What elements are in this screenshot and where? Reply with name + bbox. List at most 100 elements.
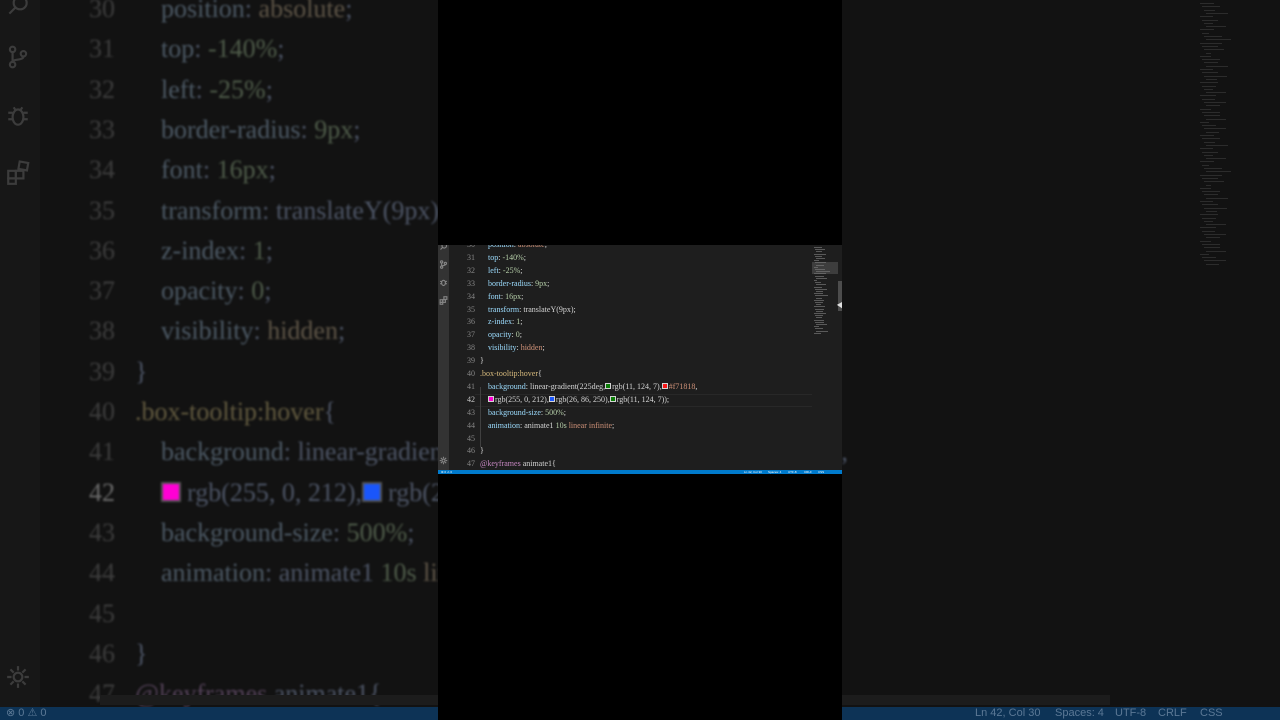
color-swatch-green[interactable]: [609, 395, 616, 402]
punctuation: ;: [407, 517, 415, 547]
css-property: transform: [161, 195, 263, 225]
debug-icon[interactable]: [439, 278, 448, 287]
minimap-line: [815, 295, 828, 297]
color-swatch-magenta[interactable]: [488, 395, 494, 402]
minimap-line: [816, 258, 825, 259]
brace: }: [135, 638, 148, 668]
search-icon: [8, 0, 28, 15]
punctuation: ;: [265, 74, 273, 104]
css-keyword: linear infinite: [568, 420, 613, 430]
color-swatch-green[interactable]: [605, 383, 612, 390]
bg-minimap-line: [1204, 168, 1222, 169]
source-control-icon[interactable]: [439, 260, 448, 269]
punctuation: ;: [337, 316, 346, 346]
at-rule: @keyframes: [480, 459, 521, 469]
code-line: }: [480, 355, 484, 368]
color-swatch-blue[interactable]: [548, 395, 555, 402]
status-spaces[interactable]: Spaces: 4: [768, 470, 781, 474]
css-value: 10s: [555, 420, 567, 430]
code-line: .box-tooltip:hover{: [135, 392, 336, 432]
color-swatch-magenta[interactable]: [161, 481, 181, 502]
minimap-line: [815, 275, 824, 277]
css-property: opacity: [488, 330, 512, 340]
minimap-line: [816, 324, 827, 325]
status-language[interactable]: CSS: [818, 470, 824, 474]
bg-minimap-line: [1204, 220, 1213, 222]
bg-minimap-line: [1202, 19, 1219, 21]
status-encoding[interactable]: UTF-8: [788, 470, 797, 474]
bg-status-problems: ⊗ 0 ⚠ 0: [6, 707, 47, 719]
minimap-slider[interactable]: [812, 262, 838, 274]
line-number: 46: [467, 446, 475, 456]
search-icon[interactable]: [439, 245, 448, 251]
bg-minimap-line: [1204, 49, 1224, 51]
code-line: z-index: 1;: [480, 316, 522, 329]
bg-status-spaces: Spaces: 4: [1055, 707, 1104, 719]
bg-minimap-line: [1200, 187, 1211, 189]
status-position[interactable]: Ln 42, Col 30: [744, 470, 762, 474]
line-number: 39: [89, 356, 115, 386]
minimap-line: [814, 299, 824, 301]
line-number: 34: [89, 155, 115, 185]
code-line: font: 16px;: [480, 291, 523, 304]
punctuation: ;: [521, 291, 524, 301]
css-property: visibility: [488, 343, 517, 353]
separator: :: [283, 437, 298, 467]
line-number: 38: [89, 316, 115, 346]
bg-minimap-line: [1206, 263, 1219, 265]
code-line: .box-tooltip:hover{: [480, 368, 542, 381]
bg-minimap-line: [1204, 22, 1213, 24]
css-property: position: [488, 245, 514, 249]
minimap-line: [816, 317, 822, 319]
bg-minimap-line: [1204, 260, 1226, 262]
bg-minimap-line: [1200, 148, 1213, 150]
bg-minimap-line: [1200, 69, 1213, 70]
css-value: 0: [251, 276, 265, 306]
bg-minimap-line: [1200, 135, 1215, 136]
bg-minimap-line: [1202, 217, 1217, 219]
separator: :: [300, 114, 315, 144]
punctuation: ;: [353, 114, 361, 144]
debug-icon: [8, 106, 28, 126]
punctuation: ;: [523, 252, 527, 262]
code-line: visibility: hidden;: [135, 311, 345, 351]
css-property: animation: [161, 558, 265, 588]
minimap-line: [816, 277, 827, 279]
code-line: top: -140%;: [135, 29, 285, 69]
punctuation: ;: [573, 304, 576, 314]
punctuation: ,: [841, 437, 848, 467]
punctuation: ;: [265, 235, 273, 265]
bg-minimap-line: [1204, 75, 1228, 77]
status-problems[interactable]: ⊗ 0 ⚠ 0: [441, 470, 452, 474]
gear-icon[interactable]: [439, 456, 448, 465]
code-editor-window: 303132333435363738394041424344454647 pos…: [438, 245, 842, 474]
color-swatch-blue[interactable]: [362, 481, 383, 502]
color-swatch-red[interactable]: [661, 383, 668, 390]
css-property: top: [488, 252, 499, 262]
css-color: rgb(26, 86, 250),: [555, 394, 610, 404]
punctuation: ;: [345, 0, 353, 23]
extensions-icon[interactable]: [439, 296, 448, 305]
bg-minimap-line: [1200, 161, 1215, 163]
minimap[interactable]: [812, 245, 838, 470]
css-value: absolute: [518, 245, 545, 249]
status-bar: ⊗ 0 ⚠ 0 Ln 42, Col 30 Spaces: 4 UTF-8 CR…: [438, 470, 842, 474]
status-eol[interactable]: CRLF: [804, 470, 812, 474]
code-line: font: 16px;: [135, 150, 276, 190]
line-number: 41: [467, 381, 475, 391]
line-number: 35: [467, 304, 475, 314]
line-number: 45: [89, 598, 115, 628]
bg-minimap-line: [1202, 72, 1219, 74]
css-property: position: [161, 0, 245, 23]
bg-minimap-line: [1202, 6, 1220, 8]
bg-minimap-line: [1204, 62, 1219, 64]
line-number: 36: [467, 317, 475, 327]
